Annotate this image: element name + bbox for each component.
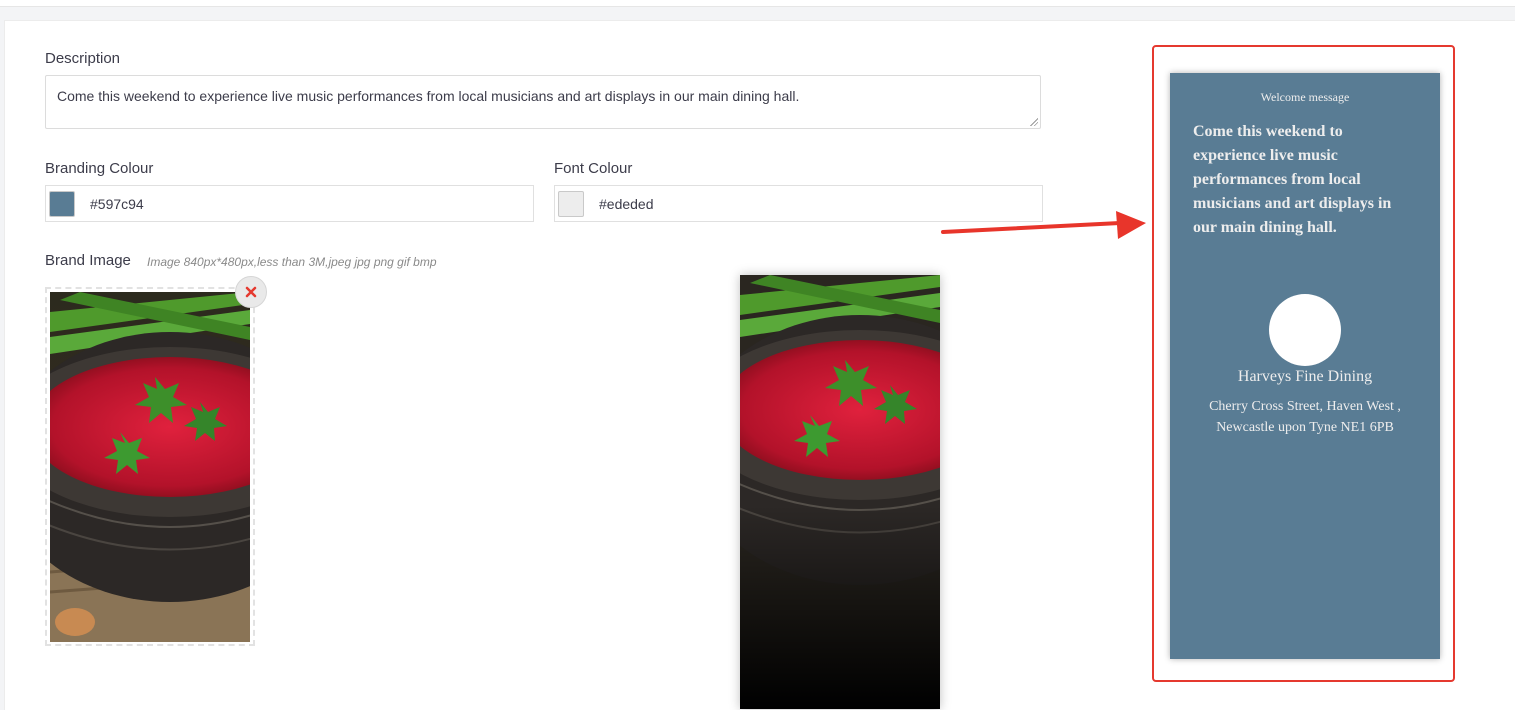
remove-image-button[interactable] xyxy=(235,276,267,308)
description-text: Come this weekend to experience live mus… xyxy=(57,88,800,104)
venue-address: Cherry Cross Street, Haven West , Newcas… xyxy=(1209,399,1401,435)
close-icon xyxy=(245,286,257,298)
branding-colour-field[interactable]: #597c94 xyxy=(45,185,534,222)
arrow-right-icon xyxy=(941,211,1146,239)
branding-colour-swatch[interactable] xyxy=(49,191,75,217)
branding-colour-value: #597c94 xyxy=(90,196,144,212)
brand-image-hint: Image 840px*480px,less than 3M,jpeg jpg … xyxy=(147,255,437,269)
top-bar xyxy=(0,0,1515,7)
venue-logo xyxy=(1269,294,1341,366)
welcome-message: Come this weekend to experience live mus… xyxy=(1193,123,1392,236)
description-textarea[interactable]: Come this weekend to experience live mus… xyxy=(45,75,1041,129)
brand-image-preview xyxy=(740,275,940,709)
venue-name: Harveys Fine Dining xyxy=(1237,368,1373,385)
brand-image-thumbnail xyxy=(50,292,250,642)
branding-colour-label: Branding Colour xyxy=(45,160,154,177)
resize-handle[interactable] xyxy=(1030,118,1038,126)
brand-image-label: Brand Image xyxy=(45,252,131,269)
welcome-title: Welcome message xyxy=(1260,90,1350,104)
welcome-preview: Welcome message Come this weekend to exp… xyxy=(1170,73,1440,659)
description-label: Description xyxy=(45,50,121,67)
font-colour-value: #ededed xyxy=(599,196,654,212)
font-colour-swatch[interactable] xyxy=(558,191,584,217)
font-colour-label: Font Colour xyxy=(554,160,633,177)
